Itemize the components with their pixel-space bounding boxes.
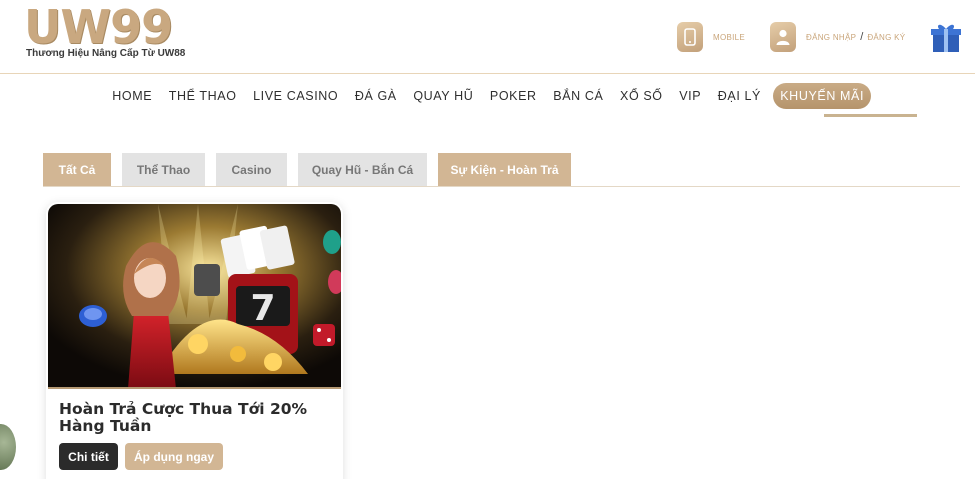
tab-su-kien-hoan-tra[interactable]: Sự Kiện - Hoàn Trả: [438, 153, 571, 186]
gift-box-icon[interactable]: [929, 20, 963, 54]
nav-quay-hu[interactable]: QUAY HŨ: [405, 83, 482, 109]
nav-xo-so[interactable]: XỔ SỐ: [612, 83, 671, 109]
nav-live-casino[interactable]: LIVE CASINO: [245, 83, 347, 109]
user-icon: [770, 22, 796, 52]
register-link[interactable]: ĐĂNG KÝ: [867, 33, 905, 42]
logo-tagline: Thương Hiệu Nâng Cấp Từ UW88: [26, 48, 186, 59]
promo-card: 7 Hoàn Trả Cược Thua Tới 20% Hàng Tuần C…: [46, 202, 343, 479]
mobile-link[interactable]: MOBILE: [677, 22, 745, 52]
nav-poker[interactable]: POKER: [482, 83, 545, 109]
floating-avatar[interactable]: [0, 424, 16, 470]
site-header: UW99 Thương Hiệu Nâng Cấp Từ UW88 MOBILE…: [0, 0, 975, 74]
nav-home[interactable]: HOME: [104, 83, 161, 109]
account-links: ĐĂNG NHẬP / ĐĂNG KÝ: [770, 22, 905, 52]
nav-vip[interactable]: VIP: [671, 83, 710, 109]
logo-wordmark: UW99: [24, 0, 173, 54]
promo-apply-button[interactable]: Áp dụng ngay: [125, 443, 223, 470]
mobile-phone-icon: [677, 22, 703, 52]
nav-the-thao[interactable]: THỂ THAO: [160, 83, 244, 109]
nav-ban-ca[interactable]: BẮN CÁ: [545, 83, 612, 109]
promo-category-tabs: Tất Cả Thể Thao Casino Quay Hũ - Bắn Cá …: [43, 153, 960, 187]
tab-casino[interactable]: Casino: [216, 153, 287, 186]
nav-da-ga[interactable]: ĐÁ GÀ: [347, 83, 406, 109]
promotions-page: UW99 Thương Hiệu Nâng Cấp Từ UW88 MOBILE…: [0, 0, 975, 479]
nav-active-underline: [824, 114, 917, 117]
promo-banner-image: 7: [48, 204, 341, 389]
tab-quay-hu-ban-ca[interactable]: Quay Hũ - Bắn Cá: [298, 153, 427, 186]
promo-title: Hoàn Trả Cược Thua Tới 20% Hàng Tuần: [59, 400, 308, 435]
main-nav: HOME THỂ THAO LIVE CASINO ĐÁ GÀ QUAY HŨ …: [0, 82, 975, 110]
tab-the-thao[interactable]: Thể Thao: [122, 153, 205, 186]
site-logo[interactable]: UW99 Thương Hiệu Nâng Cấp Từ UW88: [24, 0, 185, 64]
nav-khuyen-mai[interactable]: KHUYẾN MÃI: [773, 83, 872, 109]
login-register-separator: /: [860, 31, 864, 43]
tab-tat-ca[interactable]: Tất Cả: [43, 153, 111, 186]
mobile-label: MOBILE: [713, 32, 746, 42]
promo-detail-button[interactable]: Chi tiết: [59, 443, 118, 470]
svg-text:7: 7: [250, 288, 275, 329]
nav-dai-ly[interactable]: ĐẠI LÝ: [709, 83, 769, 109]
login-link[interactable]: ĐĂNG NHẬP: [806, 33, 856, 42]
